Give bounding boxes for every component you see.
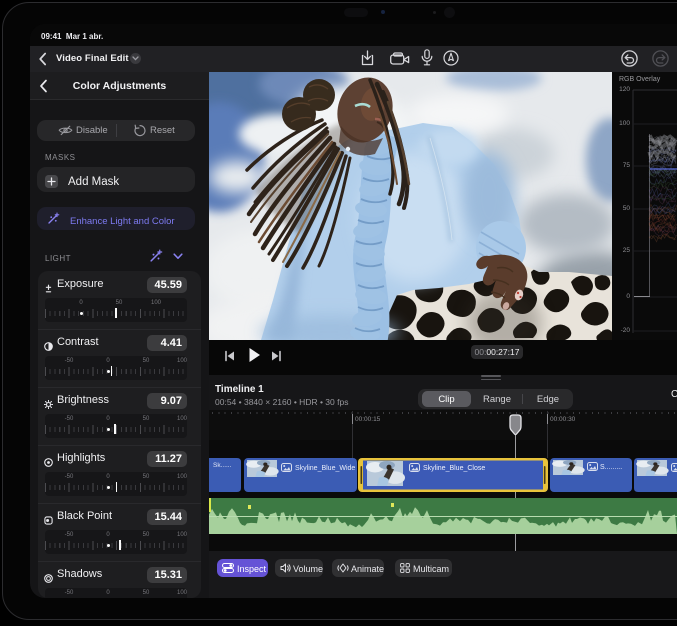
svg-text:Skyline_Blue_Wide: Skyline_Blue_Wide: [295, 465, 355, 472]
svg-text:Skyline_Blue_Close: Skyline_Blue_Close: [423, 465, 485, 472]
svg-text:Sk......: Sk......: [213, 462, 232, 469]
svg-text:S.........: S.........: [600, 464, 622, 471]
